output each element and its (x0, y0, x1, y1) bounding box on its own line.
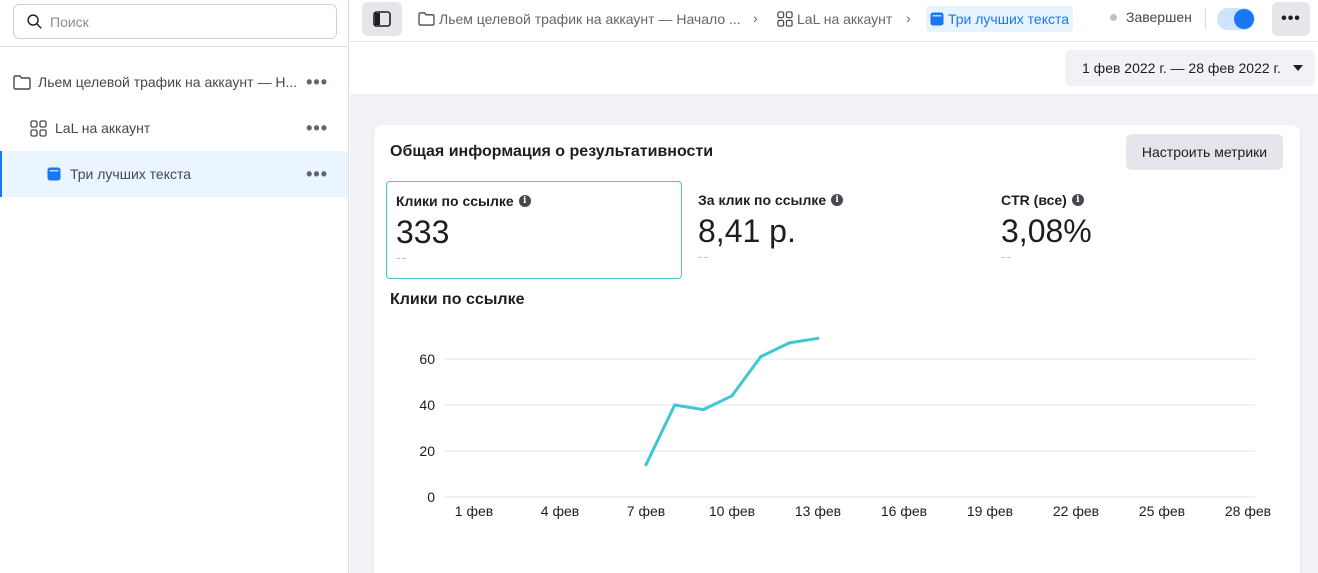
caret-down-icon (1293, 65, 1303, 71)
x-tick-label: 13 фев (795, 503, 841, 519)
sidebar-item-ad[interactable]: Три лучших текста ••• (0, 151, 348, 197)
performance-card: Общая информация о результативности Наст… (374, 125, 1300, 573)
sidebar-item-campaign[interactable]: Льем целевой трафик на аккаунт — Н... ••… (0, 59, 348, 105)
date-row: 1 фев 2022 г. — 28 фев 2022 г. (350, 42, 1318, 94)
x-tick-label: 16 фев (881, 503, 927, 519)
kpi-label-text: CTR (все) (1001, 192, 1067, 208)
kpi-value: 8,41 р. (698, 213, 796, 249)
more-icon: ••• (1281, 10, 1301, 27)
grid-icon (777, 11, 793, 27)
kpi-label-text: За клик по ссылке (698, 192, 827, 208)
kpi-value: 3,08% (1001, 213, 1092, 249)
folder-icon (418, 12, 435, 26)
status-dot-icon (1110, 13, 1117, 21)
data-point[interactable] (701, 408, 705, 412)
data-point[interactable] (816, 336, 820, 340)
status-badge: Завершен (1110, 9, 1192, 25)
ad-icon (47, 167, 61, 181)
data-point[interactable] (759, 355, 763, 359)
breadcrumb-ad[interactable]: Три лучших текста (926, 6, 1074, 32)
main-content: Общая информация о результативности Наст… (350, 94, 1318, 573)
ad-icon (930, 12, 944, 26)
y-tick-label: 40 (419, 397, 435, 413)
search-placeholder: Поиск (50, 13, 89, 30)
breadcrumb-campaign[interactable]: Льем целевой трафик на аккаунт — Начало … (418, 6, 741, 32)
kpi-label: За клик по ссылке i (698, 192, 976, 208)
breadcrumb-label: Льем целевой трафик на аккаунт — Начало … (439, 11, 741, 27)
data-point[interactable] (730, 394, 734, 398)
x-tick-label: 1 фев (455, 503, 493, 519)
kpi-delta: -- (698, 248, 710, 264)
search-input[interactable]: Поиск (13, 4, 337, 39)
customize-metrics-button[interactable]: Настроить метрики (1126, 134, 1283, 170)
divider (1205, 8, 1206, 30)
x-tick-label: 25 фев (1139, 503, 1185, 519)
y-tick-label: 20 (419, 443, 435, 459)
chevron-right-icon: › (753, 10, 758, 26)
x-tick-label: 22 фев (1053, 503, 1099, 519)
active-toggle[interactable] (1217, 8, 1255, 30)
topbar: Льем целевой трафик на аккаунт — Начало … (350, 0, 1318, 42)
date-range-picker[interactable]: 1 фев 2022 г. — 28 фев 2022 г. (1065, 50, 1315, 86)
x-tick-label: 4 фев (541, 503, 579, 519)
breadcrumb-label: Три лучших текста (948, 11, 1070, 27)
info-icon[interactable]: i (518, 195, 531, 207)
more-icon[interactable]: ••• (306, 73, 328, 91)
grid-icon (30, 119, 47, 137)
sidebar-item-adset[interactable]: LaL на аккаунт ••• (0, 105, 348, 151)
more-options-button[interactable]: ••• (1272, 2, 1310, 36)
sidebar-panel-icon (373, 11, 391, 27)
status-label: Завершен (1126, 9, 1192, 25)
sidebar-item-label: LaL на аккаунт (55, 120, 151, 136)
x-tick-label: 19 фев (967, 503, 1013, 519)
breadcrumb-label: LaL на аккаунт (797, 11, 893, 27)
series-line (644, 336, 819, 466)
kpi-label: Клики по ссылке i (396, 193, 672, 209)
date-range-label: 1 фев 2022 г. — 28 фев 2022 г. (1082, 60, 1281, 76)
kpi-value: 333 (396, 214, 450, 250)
data-point[interactable] (644, 463, 648, 467)
kpi-label-text: Клики по ссылке (396, 193, 514, 209)
sidebar: Поиск Льем целевой трафик на аккаунт — Н… (0, 0, 349, 573)
x-tick-label: 10 фев (709, 503, 755, 519)
kpi-label: CTR (все) i (1001, 192, 1279, 208)
chart-title: Клики по ссылке (390, 291, 525, 308)
x-tick-label: 28 фев (1225, 503, 1271, 519)
search-icon (27, 14, 42, 29)
info-icon[interactable]: i (1071, 194, 1084, 206)
card-title: Общая информация о результативности (390, 143, 714, 160)
line-chart: 0 20 40 60 1 фев 4 фев 7 фев 10 фев 13 фев 16 фев… (419, 336, 1271, 519)
kpi-cost-per-click[interactable]: За клик по ссылке i 8,41 р. -- (689, 181, 985, 279)
kpi-delta: -- (396, 249, 408, 265)
toggle-panel-button[interactable] (362, 2, 402, 36)
info-icon[interactable]: i (831, 194, 844, 206)
kpi-ctr[interactable]: CTR (все) i 3,08% -- (992, 181, 1288, 279)
folder-icon (13, 74, 31, 90)
sidebar-item-label: Льем целевой трафик на аккаунт — Н... (38, 74, 298, 90)
kpi-link-clicks[interactable]: Клики по ссылке i 333 -- (386, 181, 682, 279)
data-point[interactable] (787, 341, 791, 345)
kpi-delta: -- (1001, 248, 1013, 264)
toggle-knob (1234, 9, 1254, 29)
y-tick-label: 0 (427, 489, 435, 505)
y-tick-label: 60 (419, 351, 435, 367)
x-tick-label: 7 фев (627, 503, 665, 519)
data-point[interactable] (673, 403, 677, 407)
sidebar-item-label: Три лучших текста (70, 166, 192, 182)
chevron-right-icon: › (906, 10, 911, 26)
more-icon[interactable]: ••• (306, 119, 328, 137)
breadcrumb-adset[interactable]: LaL на аккаунт (777, 6, 892, 32)
divider (0, 46, 349, 47)
more-icon[interactable]: ••• (306, 165, 328, 183)
